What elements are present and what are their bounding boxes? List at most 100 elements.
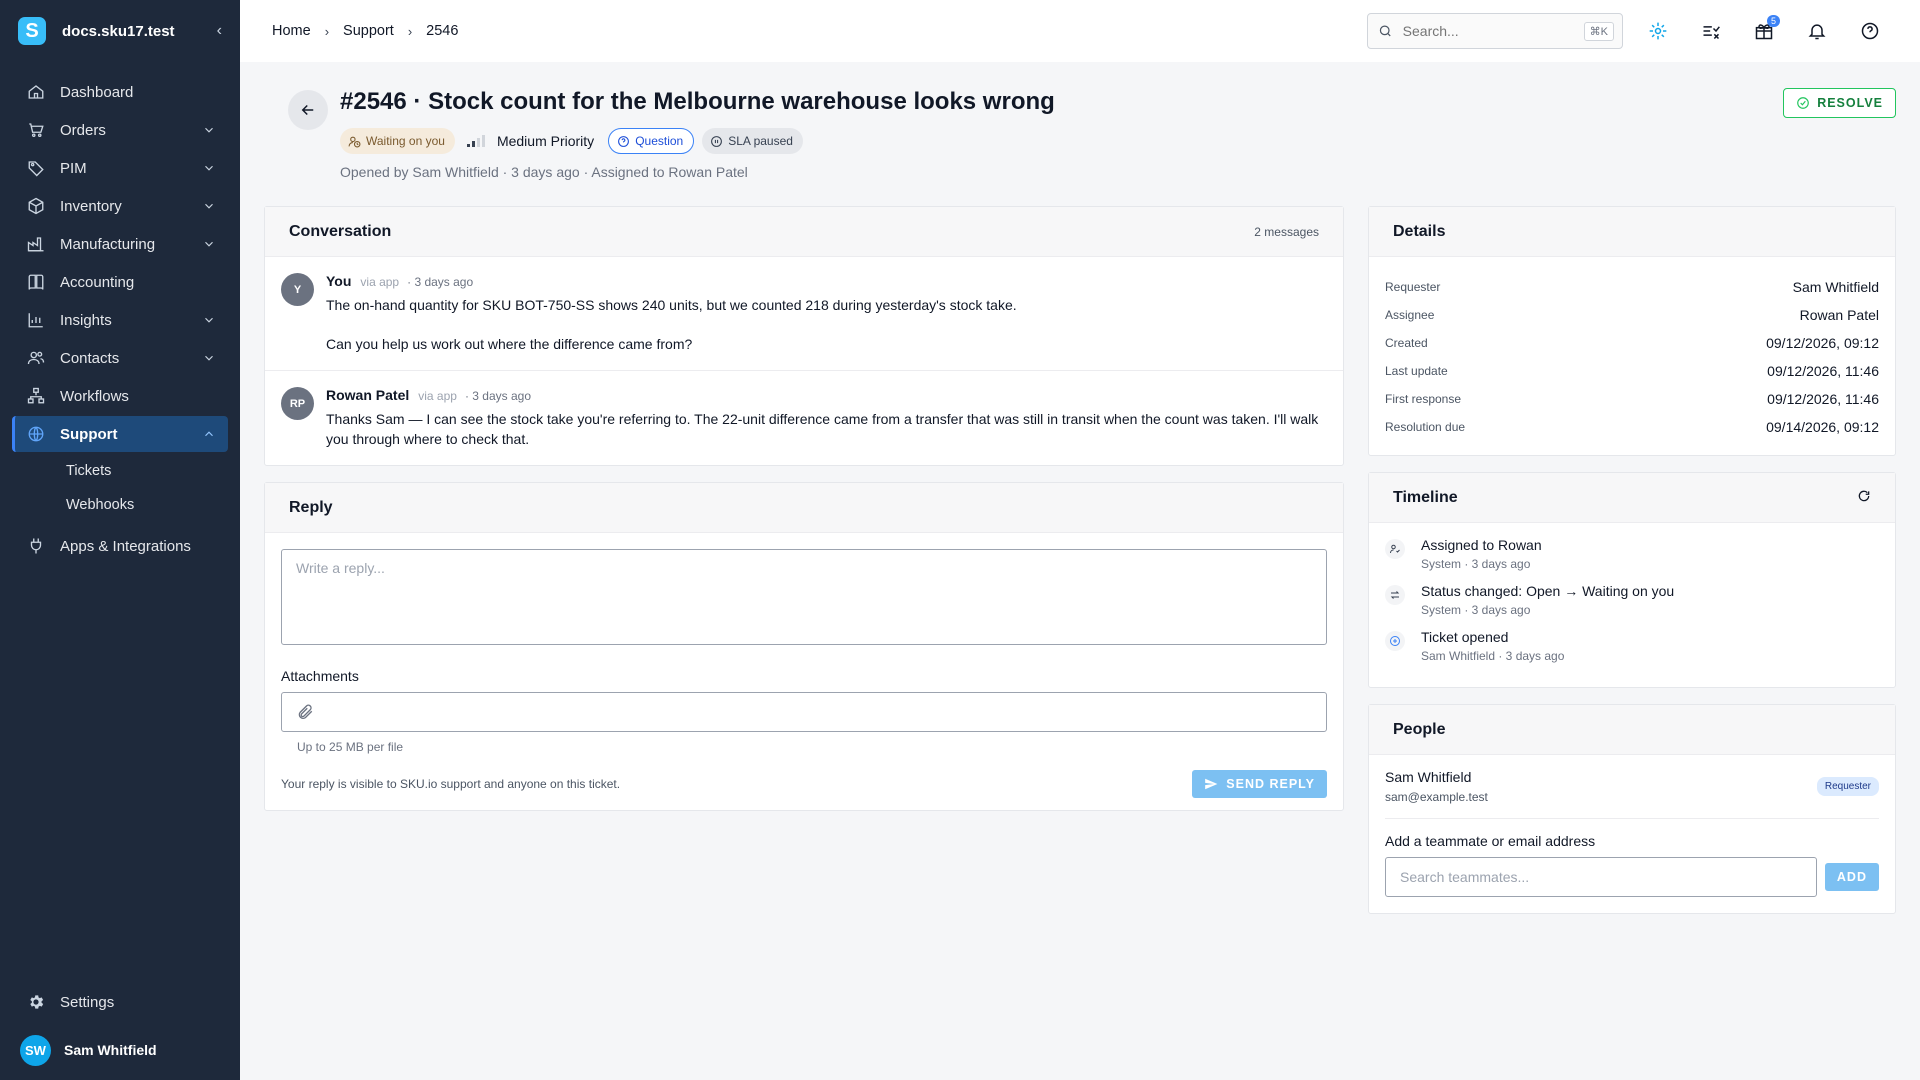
conversation-header: Conversation 2 messages bbox=[265, 207, 1343, 257]
breadcrumb-home[interactable]: Home bbox=[272, 23, 311, 39]
sidebar-item-manufacturing[interactable]: Manufacturing bbox=[12, 226, 228, 262]
sidebar-item-settings[interactable]: Settings bbox=[12, 984, 228, 1020]
sidebar-subitem-tickets[interactable]: Tickets bbox=[12, 454, 228, 488]
timeline-item-body: Ticket opened Sam Whitfield · 3 days ago bbox=[1421, 629, 1564, 663]
reply-title: Reply bbox=[289, 498, 333, 516]
workflow-icon bbox=[26, 386, 46, 406]
box-icon bbox=[26, 196, 46, 216]
chevron-down-icon bbox=[202, 351, 216, 365]
assign-icon bbox=[1385, 539, 1405, 559]
person-row: Sam Whitfield sam@example.test Requester bbox=[1385, 769, 1879, 819]
brand: S docs.sku17.test ‹ bbox=[0, 0, 240, 62]
timeline-item-body: Status changed: Open → Waiting on you Sys… bbox=[1421, 583, 1674, 617]
plus-circle-icon bbox=[1385, 631, 1405, 651]
timeline-item-body: Assigned to Rowan System · 3 days ago bbox=[1421, 537, 1542, 571]
search-input[interactable] bbox=[1402, 23, 1584, 39]
priority-bar bbox=[471, 141, 475, 147]
people-title: People bbox=[1393, 720, 1446, 738]
reply-textarea[interactable] bbox=[281, 549, 1327, 645]
attachments-hint: Up to 25 MB per file bbox=[297, 740, 404, 754]
sidebar: S docs.sku17.test ‹ Dashboard Orders PIM In… bbox=[0, 0, 240, 1080]
status-badge[interactable]: Waiting on you bbox=[340, 128, 455, 154]
sidebar-item-contacts[interactable]: Contacts bbox=[12, 340, 228, 376]
settings-label: Settings bbox=[60, 993, 115, 1011]
attachments-label: Attachments bbox=[281, 668, 359, 684]
sidebar-subitem-webhooks[interactable]: Webhooks bbox=[12, 488, 228, 522]
breadcrumb-separator-icon: › bbox=[324, 23, 330, 39]
workspace-name[interactable]: docs.sku17.test bbox=[62, 23, 217, 40]
pause-circle-icon bbox=[711, 135, 723, 147]
detail-row: Assignee Rowan Patel bbox=[1385, 301, 1879, 329]
detail-value: 09/12/2026, 11:46 bbox=[1767, 391, 1879, 407]
message-list: Y You via app · 3 days ago The on-hand quant… bbox=[265, 257, 1343, 465]
brand-logo[interactable]: S bbox=[18, 17, 46, 45]
sidebar-item-orders[interactable]: Orders bbox=[12, 112, 228, 148]
sidebar-item-insights[interactable]: Insights bbox=[12, 302, 228, 338]
resolve-label: RESOLVE bbox=[1817, 96, 1883, 110]
tag-icon bbox=[26, 158, 46, 178]
user-menu[interactable]: SW Sam Whitfield bbox=[12, 1020, 228, 1080]
attachments-dropzone[interactable] bbox=[281, 692, 1327, 732]
resolve-button[interactable]: RESOLVE bbox=[1783, 88, 1896, 118]
refresh-icon bbox=[1858, 490, 1870, 502]
person-email: sam@example.test bbox=[1385, 790, 1488, 804]
whats-new-button[interactable]: 5 bbox=[1746, 13, 1782, 49]
message-author: You bbox=[326, 273, 352, 289]
detail-row: Last update 09/12/2026, 11:46 bbox=[1385, 357, 1879, 385]
message-count: 2 messages bbox=[1254, 224, 1319, 239]
sidebar-item-label: Accounting bbox=[60, 273, 135, 291]
detail-value: 09/14/2026, 09:12 bbox=[1766, 419, 1879, 435]
type-badge[interactable]: Question bbox=[608, 128, 695, 154]
teammate-search-input[interactable] bbox=[1385, 857, 1817, 897]
timeline-title: Timeline bbox=[1393, 488, 1458, 506]
sidebar-item-apps-integrations[interactable]: Apps & Integrations bbox=[12, 528, 228, 564]
add-teammate-button[interactable]: ADD bbox=[1824, 863, 1879, 891]
sidebar-item-label: Inventory bbox=[60, 197, 122, 215]
detail-key: Resolution due bbox=[1385, 420, 1466, 434]
notification-count-badge: 5 bbox=[1766, 15, 1780, 27]
sidebar-item-inventory[interactable]: Inventory bbox=[12, 188, 228, 224]
add-teammate-label: Add a teammate or email address bbox=[1385, 833, 1596, 849]
sidebar-item-workflows[interactable]: Workflows bbox=[12, 378, 228, 414]
tasks-button[interactable] bbox=[1693, 13, 1729, 49]
detail-row: Requester Sam Whitfield bbox=[1385, 273, 1879, 301]
timeline-list: Assigned to Rowan System · 3 days ago Stat… bbox=[1369, 523, 1895, 687]
message-header: Rowan Patel via app · 3 days ago bbox=[326, 387, 1327, 403]
people-header: People bbox=[1369, 705, 1895, 755]
breadcrumb-separator-icon: › bbox=[407, 23, 413, 39]
priority-badge[interactable]: Medium Priority bbox=[466, 128, 600, 154]
ai-assistant-button[interactable] bbox=[1640, 13, 1676, 49]
conversation-title: Conversation bbox=[289, 222, 392, 240]
sidebar-item-label: Orders bbox=[60, 121, 106, 139]
timeline-item-meta: System · 3 days ago bbox=[1421, 603, 1531, 617]
breadcrumb-support[interactable]: Support bbox=[343, 23, 394, 39]
timeline-item-title: Ticket opened bbox=[1421, 629, 1509, 645]
send-icon bbox=[1205, 778, 1218, 790]
message-channel: via app bbox=[418, 389, 457, 403]
message-item: RP Rowan Patel via app · 3 days ago Thanks S… bbox=[265, 371, 1343, 465]
collapse-sidebar-icon[interactable]: ‹ bbox=[217, 22, 222, 40]
book-icon bbox=[26, 272, 46, 292]
refresh-timeline-button[interactable] bbox=[1857, 489, 1871, 506]
notifications-button[interactable] bbox=[1799, 13, 1835, 49]
message-paragraph: The on-hand quantity for SKU BOT-750-SS … bbox=[326, 297, 1017, 313]
chevron-up-icon bbox=[202, 427, 216, 441]
sparkle-icon bbox=[1649, 22, 1667, 40]
search-shortcut: ⌘K bbox=[1583, 21, 1614, 41]
sidebar-item-pim[interactable]: PIM bbox=[12, 150, 228, 186]
help-button[interactable] bbox=[1852, 13, 1888, 49]
detail-value: Rowan Patel bbox=[1799, 307, 1879, 323]
back-button[interactable] bbox=[288, 90, 328, 130]
detail-value: Sam Whitfield bbox=[1792, 279, 1879, 295]
sidebar-item-support[interactable]: Support bbox=[12, 416, 228, 452]
sidebar-item-accounting[interactable]: Accounting bbox=[12, 264, 228, 300]
breadcrumb: Home › Support › 2546 bbox=[272, 23, 458, 39]
sidebar-item-dashboard[interactable]: Dashboard bbox=[12, 74, 228, 110]
add-teammate-row: ADD bbox=[1385, 857, 1879, 897]
send-reply-button[interactable]: SEND REPLY bbox=[1192, 770, 1327, 798]
reply-footer: Your reply is visible to SKU.io support … bbox=[281, 770, 1327, 798]
message-item: Y You via app · 3 days ago The on-hand quant… bbox=[265, 257, 1343, 371]
user-wait-icon bbox=[348, 136, 361, 147]
breadcrumb-current: 2546 bbox=[426, 23, 459, 39]
chevron-down-icon bbox=[202, 161, 216, 175]
